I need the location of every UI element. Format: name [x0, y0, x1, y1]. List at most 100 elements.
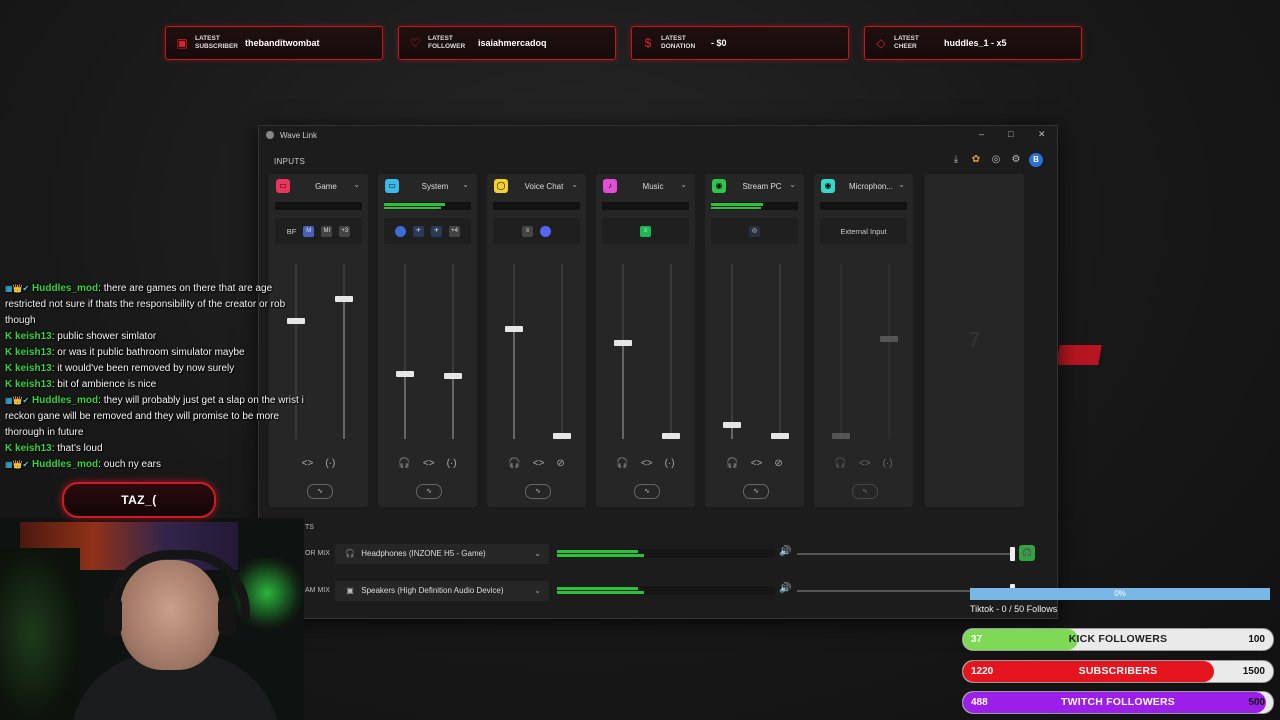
chevron-down-icon[interactable]: ⌄ — [353, 180, 360, 189]
headphones-icon[interactable]: 🎧 — [726, 458, 738, 469]
effects-button[interactable]: ∿ — [852, 484, 878, 499]
broadcast-icon[interactable]: (·) — [883, 458, 893, 469]
channel-header[interactable]: ◯ Voice Chat ⌄ — [487, 174, 586, 198]
headphones-icon[interactable]: 🎧 — [616, 458, 628, 469]
effects-button[interactable]: ∿ — [307, 484, 333, 499]
link-icon[interactable]: <> — [751, 458, 763, 469]
broadcast-muted-icon[interactable]: ⊘ — [556, 458, 564, 469]
link-icon[interactable]: <> — [859, 458, 871, 469]
slider-knob[interactable] — [505, 326, 523, 332]
slider-knob[interactable] — [1010, 547, 1015, 561]
chevron-down-icon[interactable]: ⌄ — [571, 180, 578, 189]
monitor-mix-slider[interactable] — [396, 264, 414, 439]
speaker-device-icon: ▣ — [346, 586, 354, 595]
twitch-icon: ▣ — [176, 36, 188, 50]
slider-knob[interactable] — [335, 296, 353, 302]
stream-mix-slider[interactable] — [553, 264, 571, 439]
toolbar: ⤓ ✿ ◎ ⚙ B — [949, 153, 1043, 167]
headphones-icon[interactable]: 🎧 — [508, 458, 520, 469]
slider-knob[interactable] — [771, 433, 789, 439]
alert-value: huddles_1 - x5 — [944, 38, 1007, 48]
close-button[interactable]: ✕ — [1038, 129, 1046, 140]
account-icon[interactable]: B — [1029, 153, 1043, 167]
monitor-device-select[interactable]: 🎧 Headphones (INZONE H5 - Game) ⌄ — [335, 544, 549, 564]
channel-header[interactable]: ▭ Game ⌄ — [269, 174, 368, 198]
speaker-icon[interactable]: 🔊 — [779, 583, 791, 594]
chevron-down-icon[interactable]: ⌄ — [462, 180, 469, 189]
slider-knob[interactable] — [614, 340, 632, 346]
effects-button[interactable]: ∿ — [525, 484, 551, 499]
apps-icon[interactable]: ✿ — [969, 153, 983, 167]
effects-button[interactable]: ∿ — [743, 484, 769, 499]
channel-apps[interactable]: ✈ ✈ +4 — [384, 218, 471, 244]
channel-apps[interactable]: ≡ — [493, 218, 580, 244]
broadcast-icon[interactable]: (·) — [447, 458, 457, 469]
webcam-feed — [0, 518, 304, 720]
channel-header[interactable]: ◉ Stream PC ⌄ — [705, 174, 804, 198]
channel-apps[interactable]: ≡ — [602, 218, 689, 244]
slider-knob[interactable] — [662, 433, 680, 439]
settings-icon[interactable]: ⚙ — [1009, 153, 1023, 167]
channel-music: ♪ Music ⌄ ≡ 🎧 <> (·) ∿ — [596, 174, 695, 507]
headphones-icon[interactable]: 🎧 — [834, 458, 846, 469]
game-controller-icon: ▭ — [276, 179, 290, 193]
slider-knob[interactable] — [444, 373, 462, 379]
broadcast-muted-icon[interactable]: ⊘ — [774, 458, 782, 469]
monitor-volume-slider[interactable] — [797, 547, 1015, 561]
mixer-icon[interactable]: ◎ — [989, 153, 1003, 167]
stream-mix-slider[interactable] — [444, 264, 462, 439]
download-icon[interactable]: ⤓ — [949, 153, 963, 167]
link-icon[interactable]: <> — [423, 458, 435, 469]
slider-knob[interactable] — [396, 371, 414, 377]
channel-apps[interactable]: External Input — [820, 218, 907, 244]
stream-mix-slider[interactable] — [880, 264, 898, 439]
monitor-toggle-icon[interactable]: 🎧 — [1019, 545, 1035, 561]
monitor-mix-slider[interactable] — [723, 264, 741, 439]
effects-button[interactable]: ∿ — [634, 484, 660, 499]
broadcast-icon[interactable]: (·) — [325, 458, 335, 469]
slider-knob[interactable] — [880, 336, 898, 342]
record-icon: ◉ — [712, 179, 726, 193]
slider-knob[interactable] — [723, 422, 741, 428]
slider-knob[interactable] — [832, 433, 850, 439]
level-meter — [820, 202, 907, 210]
kick-badge-icon: K — [5, 443, 13, 454]
add-channel-slot[interactable]: 7 — [925, 174, 1024, 507]
channel-apps[interactable]: ◎ — [711, 218, 798, 244]
monitor-mix-slider[interactable] — [832, 264, 850, 439]
discord-icon — [540, 225, 551, 237]
chat-text: ouch ny ears — [103, 459, 161, 470]
chat-text: it would've been removed by now surely — [57, 363, 235, 374]
badges-icon: ▦👑✔ — [5, 460, 30, 469]
minimize-button[interactable]: – — [979, 129, 984, 139]
effects-button[interactable]: ∿ — [416, 484, 442, 499]
link-icon[interactable]: <> — [533, 458, 545, 469]
monitor-mix-slider[interactable] — [505, 264, 523, 439]
monitor-mix-slider[interactable] — [614, 264, 632, 439]
output-level-meter — [557, 586, 775, 595]
headphones-icon[interactable]: 🎧 — [398, 458, 410, 469]
stream-device-select[interactable]: ▣ Speakers (High Definition Audio Device… — [335, 581, 549, 601]
stream-mix-label: AM MIX — [305, 587, 330, 594]
chevron-down-icon[interactable]: ⌄ — [789, 180, 796, 189]
steam-icon: ✈ — [431, 225, 442, 237]
title-bar[interactable]: Wave Link – □ ✕ — [259, 126, 1057, 144]
maximize-button[interactable]: □ — [1008, 129, 1013, 139]
channel-header[interactable]: ♪ Music ⌄ — [596, 174, 695, 198]
background-streak — [1056, 345, 1102, 365]
stream-mix-slider[interactable] — [335, 264, 353, 439]
dollar-icon: $ — [644, 36, 652, 50]
channel-apps[interactable]: BF M MI +3 — [275, 218, 362, 244]
speaker-icon[interactable]: 🔊 — [779, 546, 791, 557]
stream-mix-slider[interactable] — [771, 264, 789, 439]
link-icon[interactable]: <> — [641, 458, 653, 469]
channel-header[interactable]: ▭ System ⌄ — [378, 174, 477, 198]
broadcast-icon[interactable]: (·) — [665, 458, 675, 469]
channel-header[interactable]: ◉ Microphon... ⌄ — [814, 174, 913, 198]
chevron-down-icon[interactable]: ⌄ — [680, 180, 687, 189]
slider-knob[interactable] — [553, 433, 571, 439]
stream-mix-slider[interactable] — [662, 264, 680, 439]
badges-icon: ▦👑✔ — [5, 284, 30, 293]
chat-username: keish13 — [15, 331, 52, 342]
chevron-down-icon[interactable]: ⌄ — [898, 180, 905, 189]
